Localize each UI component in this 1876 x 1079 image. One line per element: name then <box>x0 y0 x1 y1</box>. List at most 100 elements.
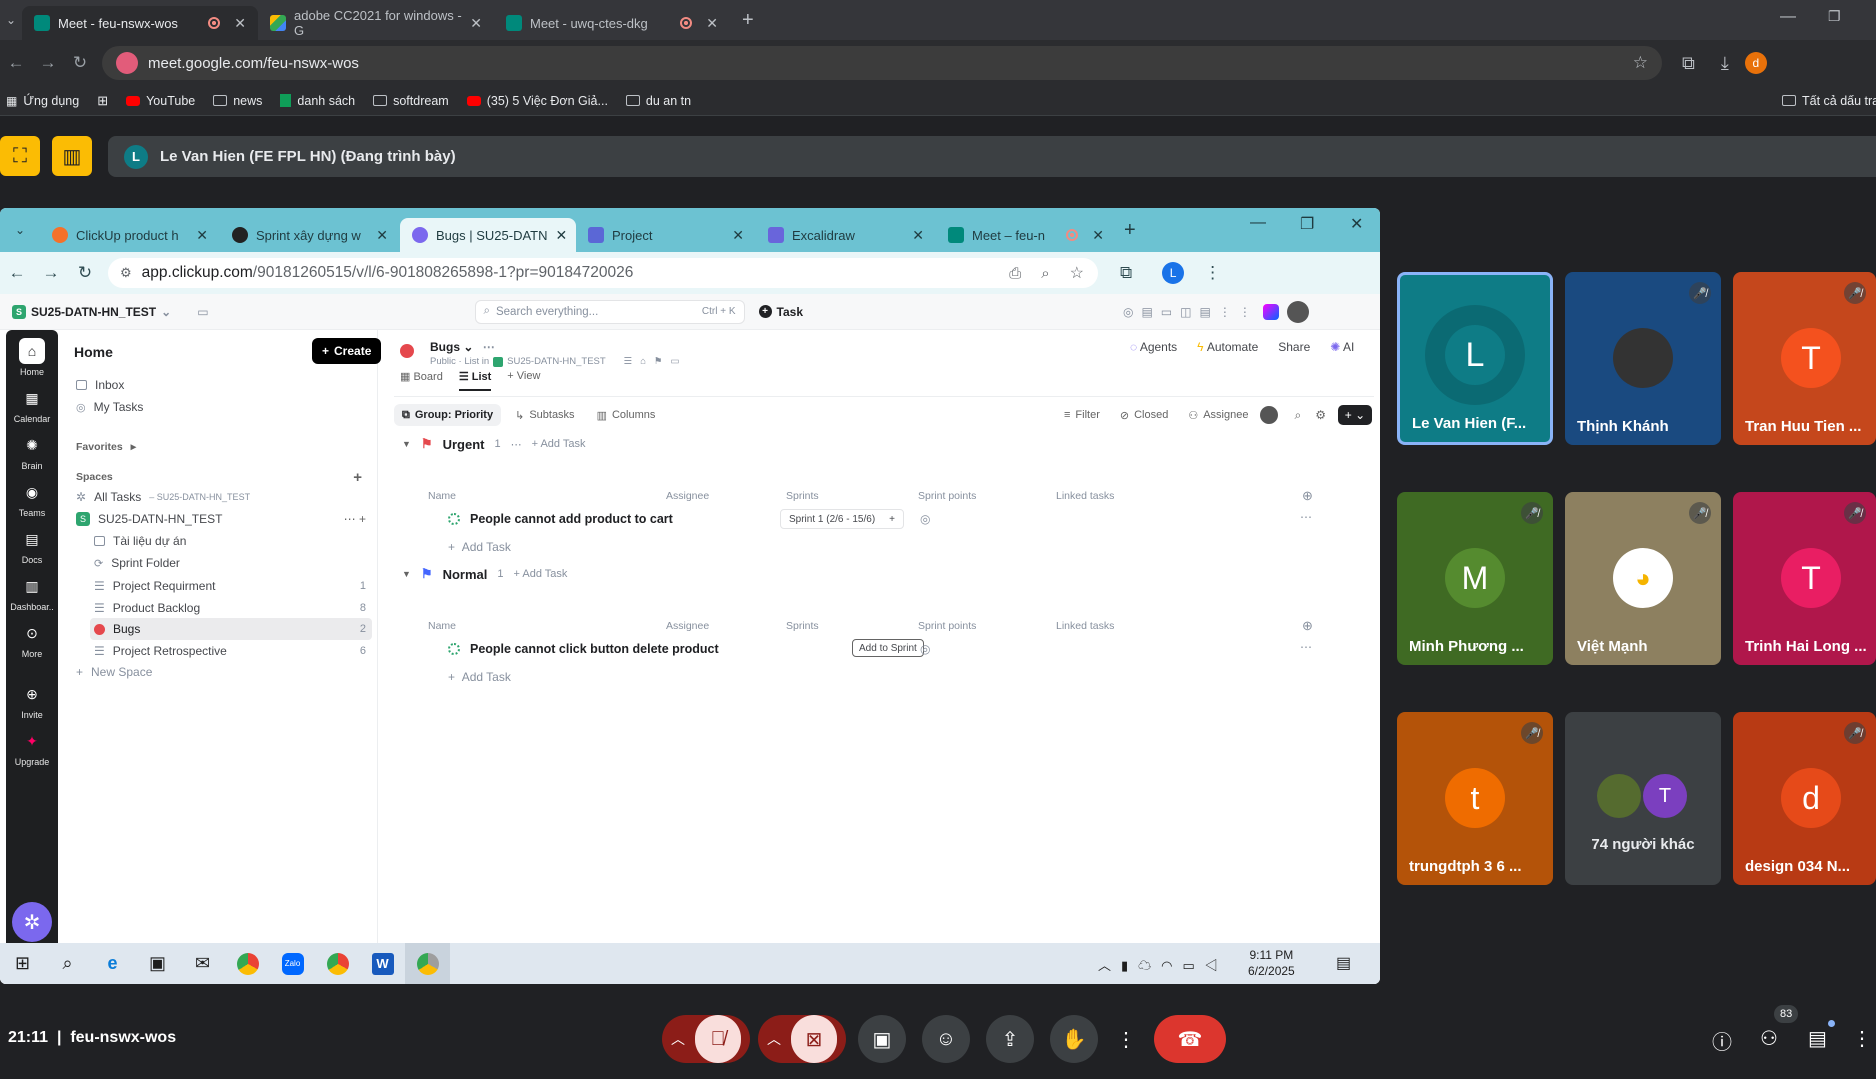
sprint-points-icon[interactable]: ◎ <box>920 512 930 526</box>
tab-add-view[interactable]: + View <box>507 370 540 391</box>
back-icon[interactable]: ← <box>0 263 34 283</box>
bookmark-star-icon[interactable]: ☆ <box>1633 53 1648 73</box>
rail-upgrade[interactable]: ✦ Upgrade <box>6 728 58 768</box>
bookmark-youtube[interactable]: YouTube <box>126 94 195 108</box>
favorites-header[interactable]: Favorites ▸ <box>76 436 372 458</box>
assignee-button[interactable]: ⚇ Assignee <box>1180 404 1256 426</box>
user-avatar[interactable] <box>1286 300 1309 323</box>
close-tab-icon[interactable]: ✕ <box>706 15 718 32</box>
column-name[interactable]: Name <box>428 620 456 632</box>
sidebar-item-my-tasks[interactable]: ◎ My Tasks <box>76 396 372 418</box>
mail-icon[interactable]: ✉ <box>180 943 225 984</box>
back-icon[interactable]: ← <box>0 53 32 73</box>
minimize-icon[interactable]: — <box>1250 214 1266 232</box>
grid-icon[interactable]: ⊞ <box>97 93 108 109</box>
add-button[interactable]: + ⌄ <box>1337 405 1372 425</box>
column-sprints[interactable]: Sprints <box>786 490 819 502</box>
minimize-icon[interactable]: — <box>1780 8 1796 26</box>
profile-avatar[interactable]: d <box>1744 52 1767 74</box>
ai-button[interactable]: ✺ AI <box>1330 340 1354 354</box>
layout-button[interactable]: ▥ <box>52 136 92 176</box>
tab-board[interactable]: ▦ Board <box>400 370 443 391</box>
new-tab-icon[interactable]: + <box>742 9 754 32</box>
word-icon[interactable]: W <box>360 943 405 984</box>
extensions-icon[interactable]: ⧉ <box>1682 53 1695 74</box>
sidebar-item-inbox[interactable]: Inbox <box>76 374 372 396</box>
menu-icon[interactable]: ⋮ <box>1204 263 1221 283</box>
raise-hand-button[interactable]: ✋ <box>1050 1015 1098 1063</box>
bookmark-danh-sach[interactable]: danh sách <box>280 94 355 108</box>
sidebar-item-bugs[interactable]: Bugs 2 <box>90 618 372 640</box>
list-title[interactable]: Bugs ⌄ ⋯ <box>430 340 495 354</box>
ai-icon[interactable] <box>1262 303 1279 320</box>
task-row[interactable]: People cannot add product to cart <box>448 512 673 526</box>
sprint-chip[interactable]: Sprint 1 (2/6 - 15/6) + <box>780 509 904 529</box>
sprint-points-icon[interactable]: ◎ <box>920 642 930 656</box>
search-input[interactable]: ⌕ Search everything... Ctrl + K <box>474 299 745 324</box>
participant-tile[interactable]: 🎤̸ T Tran Huu Tien ... <box>1733 272 1876 445</box>
participant-tile[interactable]: L Le Van Hien (F... <box>1397 272 1553 445</box>
participant-tile[interactable]: 🎤̸ d design 034 N... <box>1733 712 1876 885</box>
tray-icons[interactable]: ︿▮☁◠▭◁ <box>1098 955 1228 974</box>
inner-tab-meet[interactable]: Meet – feu-n ✕ <box>936 218 1116 252</box>
inner-tab-project[interactable]: Project ✕ <box>576 218 756 252</box>
column-sprints[interactable]: Sprints <box>786 620 819 632</box>
zalo-icon[interactable]: Zalo <box>270 943 315 984</box>
chrome-profile-icon[interactable] <box>315 943 360 984</box>
edge-icon[interactable]: e <box>90 943 135 984</box>
reload-icon[interactable]: ↻ <box>64 53 96 73</box>
create-button[interactable]: + Create <box>312 338 382 364</box>
notifications-icon[interactable]: ▤ <box>1336 953 1351 973</box>
bookmark-star-icon[interactable]: ☆ <box>1070 263 1084 283</box>
outer-tab-meet-2[interactable]: Meet - uwq-ctes-dkg ✕ <box>494 6 730 40</box>
camera-toggle-button[interactable]: ︿ ⊠ <box>758 1015 846 1063</box>
add-column-icon[interactable]: ⊕ <box>1302 618 1313 634</box>
rail-home[interactable]: ⌂ Home <box>6 338 58 377</box>
rail-calendar[interactable]: ▦ Calendar <box>6 385 58 425</box>
captions-button[interactable]: ▣ <box>858 1015 906 1063</box>
present-button[interactable]: ⇪ <box>986 1015 1034 1063</box>
new-task-button[interactable]: + Task <box>758 305 803 319</box>
rail-brain[interactable]: ✺ Brain <box>6 432 58 472</box>
mic-in-use-icon[interactable] <box>116 52 138 74</box>
tab-list[interactable]: ☰ List <box>458 370 492 391</box>
row-menu-icon[interactable]: ⋯ <box>1300 640 1312 654</box>
outer-tab-meet[interactable]: Meet - feu-nswx-wos ✕ <box>22 6 258 40</box>
activities-icon[interactable]: ⋮⋮ <box>1852 1026 1876 1051</box>
taskbar-clock[interactable]: 9:11 PM 6/2/2025 <box>1248 947 1295 979</box>
bookmark-youtube-2[interactable]: (35) 5 Việc Đơn Giả... <box>466 94 608 108</box>
bookmark-all[interactable]: Tất cả dấu tra <box>1782 94 1876 108</box>
add-column-icon[interactable]: ⊕ <box>1302 488 1313 504</box>
store-icon[interactable]: ▣ <box>135 943 180 984</box>
leave-call-button[interactable]: ☎ <box>1154 1015 1226 1063</box>
tab-search-icon[interactable]: ⌄ <box>0 13 22 27</box>
rail-dashboards[interactable]: ▥ Dashboar.. <box>6 573 58 613</box>
sidebar-item-project-retrospective[interactable]: ☰ Project Retrospective 6 <box>94 640 372 662</box>
more-options-button[interactable]: ⋮ <box>1112 1015 1140 1063</box>
outer-tab-adobe[interactable]: adobe CC2021 for windows - G ✕ <box>258 6 494 40</box>
restore-icon[interactable]: ❐ <box>1300 214 1314 234</box>
participant-tile[interactable]: 🎤̸ ◕ Việt Mạnh <box>1565 492 1721 665</box>
chrome-icon[interactable] <box>225 943 270 984</box>
share-button[interactable]: Share <box>1278 340 1310 354</box>
inner-tab-sprint[interactable]: Sprint xây dựng w ✕ <box>220 218 400 252</box>
bookmark-apps[interactable]: ▦ Ứng dụng <box>6 94 79 108</box>
calendar-icon[interactable]: ▭ <box>197 305 208 319</box>
new-space-button[interactable]: + New Space <box>76 661 372 683</box>
avatar[interactable] <box>1260 406 1279 424</box>
add-to-sprint-button[interactable]: Add to Sprint <box>852 639 924 657</box>
sidebar-item-space[interactable]: S SU25-DATN-HN_TEST ⋯ + <box>76 508 372 530</box>
automate-button[interactable]: ϟ Automate <box>1197 340 1258 354</box>
add-task-button[interactable]: + Add Task <box>532 438 586 450</box>
search-icon[interactable]: ⌕ <box>45 943 90 984</box>
subtasks-button[interactable]: ↳ Subtasks <box>507 404 582 426</box>
info-icon[interactable]: ⓘ <box>1712 1026 1732 1055</box>
profile-avatar[interactable]: L <box>1162 262 1185 284</box>
reload-icon[interactable]: ↻ <box>68 263 102 283</box>
extensions-icon[interactable]: ⧉ <box>1120 263 1132 283</box>
inner-tab-bugs[interactable]: Bugs | SU25-DATN ✕ <box>400 218 576 252</box>
row-menu-icon[interactable]: ⋯ <box>1300 510 1312 524</box>
reactions-button[interactable]: ☺ <box>922 1015 970 1063</box>
people-icon[interactable]: ⚇ <box>1760 1026 1778 1051</box>
add-task-button[interactable]: + Add Task <box>514 568 568 580</box>
